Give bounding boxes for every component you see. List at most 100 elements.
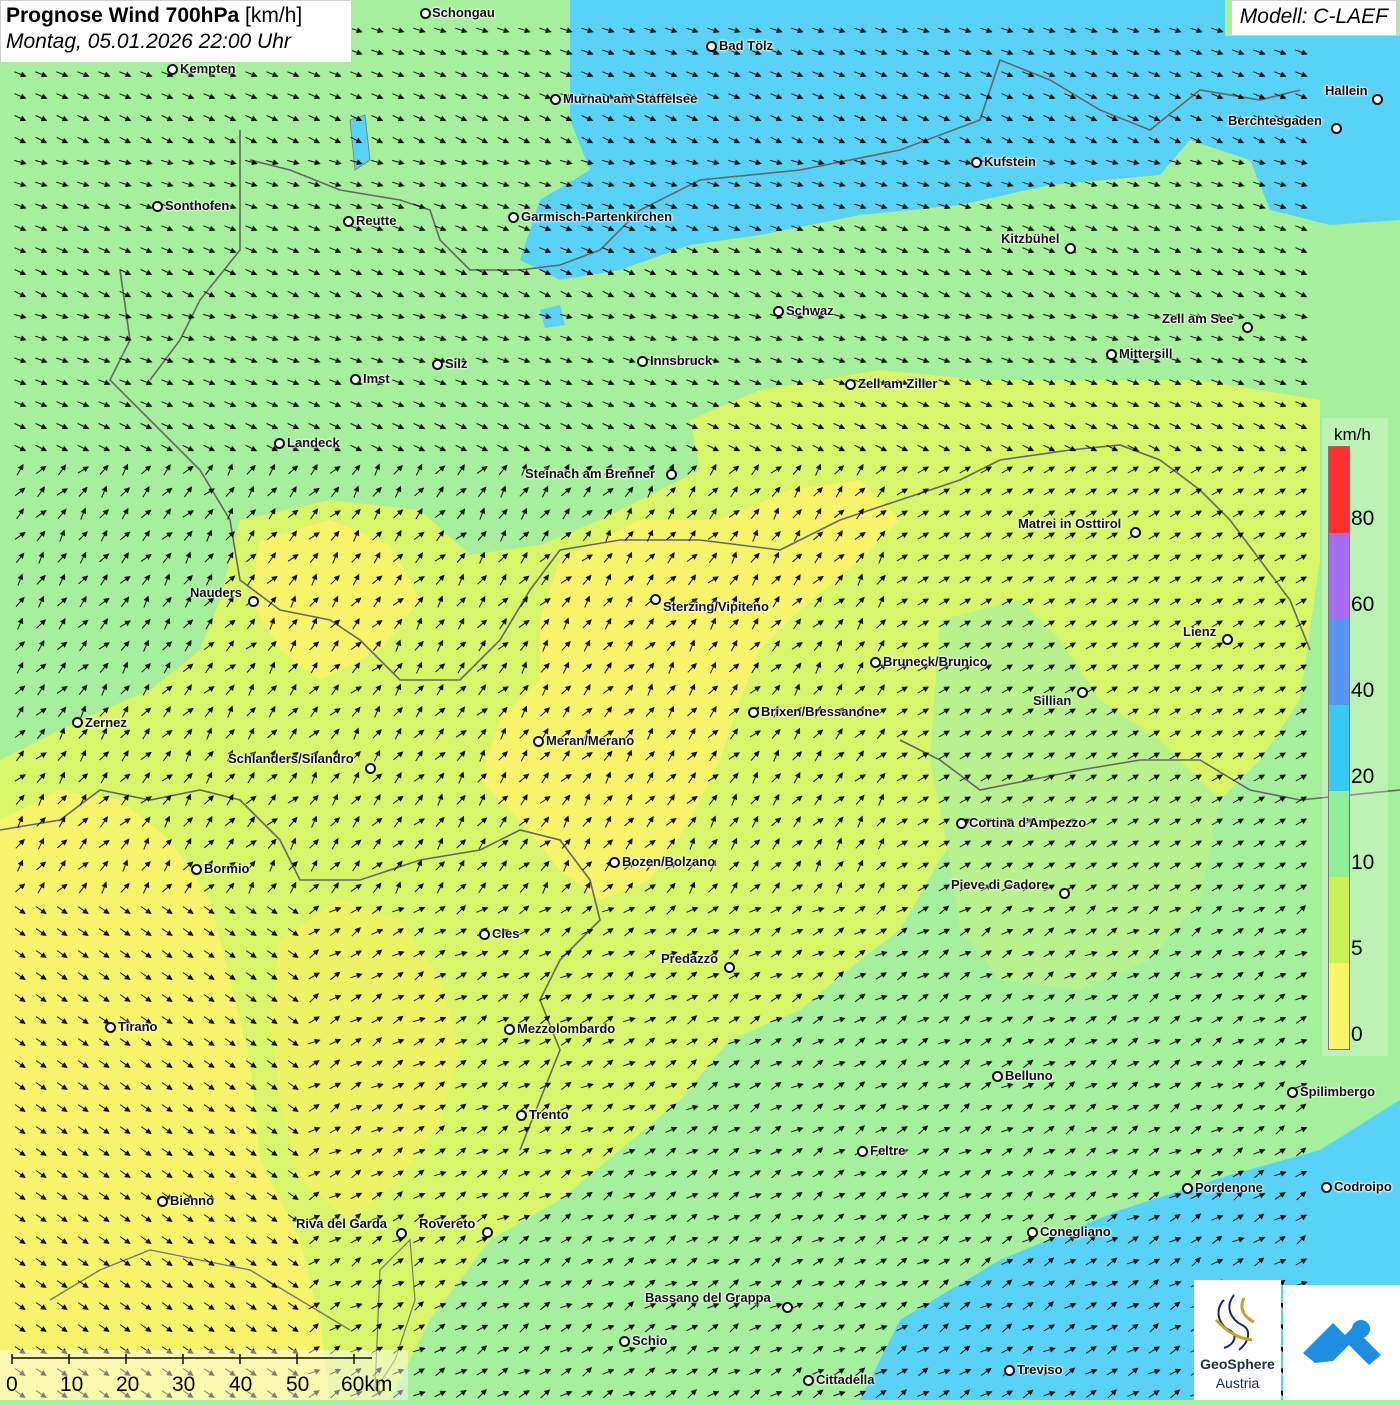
city-label: Bruneck/Brunico [883,654,988,669]
city-label: Cortina d'Ampezzo [969,815,1087,830]
city-label: Schlanders/Silandro [228,751,354,766]
city-marker [504,1024,515,1035]
legend-color-3 [1329,705,1349,791]
city-marker [1077,687,1088,698]
city-marker [857,1146,868,1157]
city-marker [1321,1182,1332,1193]
city-marker [152,201,163,212]
city-marker [637,356,648,367]
city-label: Lienz [1183,624,1217,639]
city-marker [274,438,285,449]
legend-tick-label: 60 [1351,593,1375,616]
city-label: Zernez [85,715,127,730]
city-label: Kempten [180,61,236,76]
city-label: Pordenone [1195,1180,1263,1195]
city-label: Codroipo [1334,1179,1392,1194]
city-label: Belluno [1005,1068,1053,1083]
forecast-datetime: Montag, 05.01.2026 22:00 Uhr [6,30,291,53]
city-label: Spilimbergo [1300,1084,1376,1099]
city-label: Kufstein [984,154,1036,169]
city-marker [1004,1365,1015,1376]
city-marker [971,157,982,168]
city-marker [1106,349,1117,360]
city-marker [248,596,259,607]
map-title: Prognose Wind 700hPa [km/h] [6,4,346,28]
weather-app-logo[interactable] [1283,1285,1400,1400]
city-label: Cles [492,926,520,941]
city-marker [365,763,376,774]
city-label: Rovereto [419,1216,476,1231]
city-label: Innsbruck [650,353,713,368]
city-label: Cittadella [816,1372,875,1387]
city-label: Landeck [287,435,340,450]
city-marker [773,306,784,317]
city-marker [992,1071,1003,1082]
city-label: Matrei in Osttirol [1018,516,1122,531]
city-marker [479,929,490,940]
legend-tick-label: 0 [1351,1023,1363,1046]
city-label: Sterzing/Vipiteno [663,599,769,614]
city-marker [1059,888,1070,899]
city-label: Bienno [170,1193,215,1208]
city-marker [508,212,519,223]
geosphere-logo-text: GeoSphere [1200,1356,1275,1372]
city-label: Mezzolombardo [517,1021,616,1036]
scale-label: 0 [6,1373,18,1396]
city-marker [782,1302,793,1313]
legend-tick-label: 40 [1351,679,1375,702]
city-label: Imst [363,371,390,386]
title-box: Prognose Wind 700hPa [km/h] Montag, 05.0… [0,0,352,63]
city-label: Predazzo [661,951,719,966]
geosphere-logo-icon [1214,1294,1255,1351]
city-marker [650,594,661,605]
city-marker [167,64,178,75]
scale-label: 30 [172,1373,196,1396]
city-marker [1287,1087,1298,1098]
city-marker [1242,322,1253,333]
scale-label: 10 [60,1373,84,1396]
city-label: Trento [529,1107,569,1122]
city-label: Sillian [1033,693,1072,708]
city-marker [666,469,677,480]
city-marker [956,818,967,829]
city-label: Kitzbühel [1001,231,1060,246]
city-marker [105,1022,116,1033]
city-marker [870,657,881,668]
city-marker [1331,123,1342,134]
city-marker [1222,634,1233,645]
city-marker [706,41,717,52]
city-label: Schio [632,1333,668,1348]
legend-tick-label: 20 [1351,765,1375,788]
city-label: Feltre [870,1143,906,1158]
city-marker [1182,1183,1193,1194]
weather-app-logo-icon [1303,1320,1381,1365]
city-label: Brixen/Bressanone [761,704,880,719]
legend-color-0 [1329,447,1349,533]
city-label: Conegliano [1040,1224,1111,1239]
city-marker [550,94,561,105]
city-marker [350,374,361,385]
city-label: Sonthofen [165,198,230,213]
city-label: Schongau [432,5,495,20]
city-label: Steinach am Brenner [525,466,656,481]
scale-label: 20 [116,1373,140,1396]
legend-color-5 [1329,877,1349,963]
city-marker [482,1227,493,1238]
city-marker [724,962,735,973]
legend-unit: km/h [1334,425,1371,444]
city-label: Reutte [356,213,397,228]
city-label: Nauders [190,585,243,600]
legend-color-6 [1329,963,1349,1049]
model-label: Modell: C-LAEF [1230,0,1397,36]
city-marker [609,857,620,868]
city-label: Mittersill [1119,346,1173,361]
city-label: Zell am See [1162,311,1234,326]
city-marker [803,1375,814,1386]
color-legend [1328,446,1350,1050]
city-label: Murnau am Staffelsee [563,91,698,106]
city-marker [191,864,202,875]
geosphere-logo-subtext: Austria [1215,1375,1260,1391]
city-label: Bad Tölz [719,38,774,53]
city-label: Riva del Garda [296,1216,388,1231]
legend-tick-label: 10 [1351,851,1375,874]
